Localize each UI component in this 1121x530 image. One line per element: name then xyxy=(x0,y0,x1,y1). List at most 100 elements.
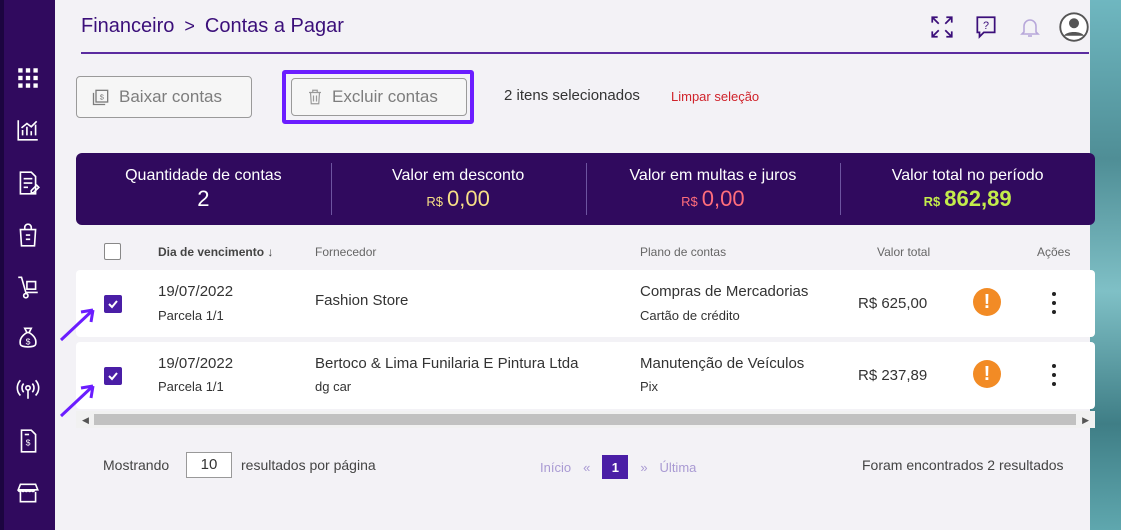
shopping-bag-icon[interactable] xyxy=(13,220,43,250)
row-fornecedor-sub: dg car xyxy=(315,379,352,394)
page-header: Financeiro > Contas a Pagar ? xyxy=(81,0,1089,54)
summary-desconto-label: Valor em desconto xyxy=(392,167,525,184)
summary-total-value: 862,89 xyxy=(944,186,1012,211)
per-page-label: resultados por página xyxy=(241,457,376,473)
row-date: 19/07/2022 xyxy=(158,355,234,372)
row-plano: Manutenção de Veículos xyxy=(640,355,805,372)
row-fornecedor: Fashion Store xyxy=(315,292,409,309)
broadcast-icon[interactable] xyxy=(13,374,43,404)
trash-icon xyxy=(309,89,321,105)
scroll-thumb[interactable] xyxy=(94,414,1076,425)
row-plano-sub: Pix xyxy=(640,379,659,394)
summary-total: Valor total no período R$ 862,89 xyxy=(840,153,1095,225)
row-plano-sub: Cartão de crédito xyxy=(640,308,740,323)
hand-truck-icon[interactable] xyxy=(13,272,43,302)
row-checkbox[interactable] xyxy=(104,295,122,313)
check-icon xyxy=(108,372,118,381)
user-avatar-icon[interactable] xyxy=(1059,10,1089,44)
svg-text:?: ? xyxy=(983,20,989,32)
sidebar-edge xyxy=(0,0,4,530)
storefront-icon[interactable] xyxy=(13,478,43,508)
baixar-contas-button[interactable]: $ Baixar contas xyxy=(76,76,252,118)
main-panel: Financeiro > Contas a Pagar ? $ Baixar c… xyxy=(55,0,1095,530)
row-checkbox[interactable] xyxy=(104,367,122,385)
row-plano: Compras de Mercadorias xyxy=(640,283,809,300)
horizontal-scrollbar[interactable]: ◀ ▶ xyxy=(76,411,1095,428)
summary-total-currency: R$ xyxy=(923,194,941,209)
excluir-contas-label: Excluir contas xyxy=(332,87,438,106)
summary-multas-amount: R$ 0,00 xyxy=(586,186,841,212)
summary-desconto-value: 0,00 xyxy=(447,186,490,211)
money-stack-icon: $ xyxy=(92,89,109,106)
summary-quantidade-value: 2 xyxy=(197,186,210,211)
summary-desconto-amount: R$ 0,00 xyxy=(331,186,586,212)
breadcrumb-current: Contas a Pagar xyxy=(204,15,344,37)
selected-count: 2 itens selecionados xyxy=(504,87,640,104)
row-valor: R$ 237,89 xyxy=(858,367,928,384)
chart-icon[interactable] xyxy=(13,115,43,145)
alert-icon[interactable]: ! xyxy=(973,360,1001,388)
check-icon xyxy=(108,300,118,309)
page-last[interactable]: Última xyxy=(660,460,697,475)
money-bag-icon[interactable]: $ xyxy=(13,323,43,353)
header-acoes: Ações xyxy=(1037,245,1071,259)
pagination-footer: Mostrando 10 resultados por página Iníci… xyxy=(76,452,1095,482)
breadcrumb-parent[interactable]: Financeiro xyxy=(81,15,174,38)
summary-quantidade: Quantidade de contas 2 xyxy=(76,153,331,225)
svg-text:$: $ xyxy=(26,437,31,447)
results-found: Foram encontrados 2 resultados xyxy=(862,457,1064,473)
page-first[interactable]: Início xyxy=(540,460,571,475)
row-valor: R$ 625,00 xyxy=(858,295,928,312)
row-date: 19/07/2022 xyxy=(158,283,234,300)
help-chat-icon[interactable]: ? xyxy=(971,10,1001,44)
header-vencimento[interactable]: Dia de vencimento ↓ xyxy=(158,245,273,259)
showing-label: Mostrando xyxy=(103,457,170,473)
header-fornecedor: Fornecedor xyxy=(315,245,377,259)
sort-arrow-icon: ↓ xyxy=(267,245,274,259)
breadcrumb-separator: > xyxy=(184,16,195,36)
header-plano: Plano de contas xyxy=(640,245,727,259)
summary-desconto-currency: R$ xyxy=(426,194,444,209)
clear-selection-link[interactable]: Limpar seleção xyxy=(671,89,759,104)
receipt-icon[interactable]: $ xyxy=(13,426,43,456)
table-row[interactable]: 19/07/2022 Parcela 1/1 Fashion Store Com… xyxy=(76,270,1095,337)
summary-total-label: Valor total no período xyxy=(891,167,1044,184)
scroll-right-icon[interactable]: ▶ xyxy=(1082,415,1089,426)
row-fornecedor: Bertoco & Lima Funilaria E Pintura Ltda xyxy=(315,355,579,372)
header-actions: ? xyxy=(927,10,1089,44)
summary-multas: Valor em multas e juros R$ 0,00 xyxy=(585,153,841,225)
more-options-icon[interactable] xyxy=(1051,364,1057,386)
table-row[interactable]: 19/07/2022 Parcela 1/1 Bertoco & Lima Fu… xyxy=(76,342,1095,409)
summary-total-amount: R$ 862,89 xyxy=(840,186,1095,212)
summary-multas-value: 0,00 xyxy=(701,186,745,211)
row-parcela: Parcela 1/1 xyxy=(158,308,224,323)
svg-text:$: $ xyxy=(26,337,31,347)
page-prev[interactable]: « xyxy=(583,460,590,475)
summary-multas-currency: R$ xyxy=(681,194,698,209)
row-parcela: Parcela 1/1 xyxy=(158,379,224,394)
document-edit-icon[interactable] xyxy=(13,168,43,198)
summary-desconto: Valor em desconto R$ 0,00 xyxy=(330,153,586,225)
page-size-input[interactable]: 10 xyxy=(186,452,232,478)
bell-icon[interactable] xyxy=(1015,10,1045,44)
summary-panel: Quantidade de contas 2 Valor em desconto… xyxy=(76,153,1095,225)
excluir-highlight-box: Excluir contas xyxy=(282,70,474,124)
sidebar: $ $ xyxy=(0,0,55,530)
alert-icon[interactable]: ! xyxy=(973,288,1001,316)
more-options-icon[interactable] xyxy=(1051,292,1057,314)
select-all-checkbox[interactable] xyxy=(104,243,121,260)
summary-quantidade-label: Quantidade de contas xyxy=(125,167,282,184)
header-valor: Valor total xyxy=(877,245,931,259)
table-header: Dia de vencimento ↓ Fornecedor Plano de … xyxy=(76,236,1095,266)
excluir-contas-button[interactable]: Excluir contas xyxy=(291,78,467,116)
baixar-contas-label: Baixar contas xyxy=(119,87,222,106)
page-current[interactable]: 1 xyxy=(602,455,629,479)
breadcrumb: Financeiro > Contas a Pagar xyxy=(81,15,344,38)
annotation-arrows xyxy=(59,308,95,418)
summary-multas-label: Valor em multas e juros xyxy=(629,167,797,184)
apps-grid-icon[interactable] xyxy=(13,63,43,93)
pager: Início « 1 » Última xyxy=(540,455,696,479)
page-next[interactable]: » xyxy=(640,460,647,475)
svg-text:$: $ xyxy=(100,93,105,102)
expand-icon[interactable] xyxy=(927,10,957,44)
